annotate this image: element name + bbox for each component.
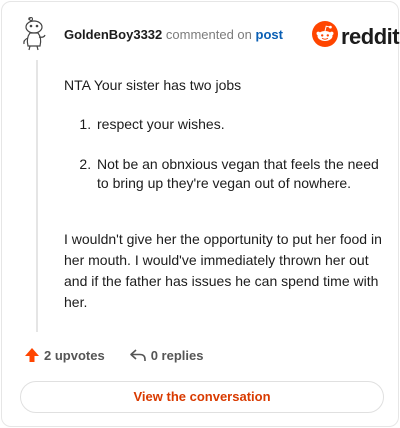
- comment-body: NTA Your sister has two jobs respect you…: [64, 76, 384, 193]
- reply-arrow-icon: [129, 347, 147, 363]
- comment-actions: 2 upvotes 0 replies: [20, 347, 203, 363]
- reddit-logo-icon: [312, 21, 338, 52]
- comment-list: respect your wishes. Not be an obnxious …: [64, 115, 384, 193]
- list-item: respect your wishes.: [95, 115, 384, 134]
- username-link[interactable]: GoldenBoy3332: [64, 27, 162, 42]
- reddit-brand[interactable]: reddit: [312, 21, 400, 52]
- reddit-wordmark: reddit: [341, 23, 400, 49]
- action-text: commented on: [165, 27, 252, 42]
- comment-paragraph: I wouldn't give her the opportunity to p…: [64, 231, 382, 310]
- comment-embed-card: GoldenBoy3332 commented on post reddit N…: [1, 1, 400, 427]
- post-link[interactable]: post: [256, 27, 283, 42]
- snoo-avatar-icon[interactable]: [20, 16, 56, 52]
- reply-count: 0 replies: [150, 347, 204, 363]
- reply-button[interactable]: 0 replies: [125, 347, 204, 363]
- upvote-button[interactable]: 2 upvotes: [20, 347, 105, 363]
- comment-header: GoldenBoy3332 commented on post: [64, 27, 283, 43]
- upvote-count: 2 upvotes: [44, 347, 105, 363]
- view-conversation-button[interactable]: View the conversation: [20, 381, 384, 413]
- list-item: Not be an obnxious vegan that feels the …: [95, 155, 384, 193]
- upvote-arrow-icon: [24, 347, 40, 363]
- comment-intro: NTA Your sister has two jobs: [64, 77, 242, 93]
- thread-line: [36, 60, 38, 332]
